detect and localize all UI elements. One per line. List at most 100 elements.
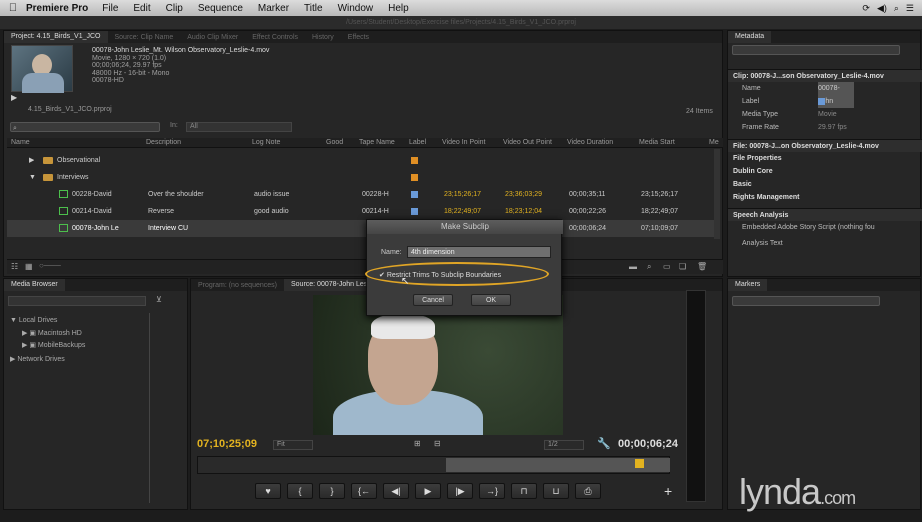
col-log-note[interactable]: Log Note [252,138,280,148]
go-to-out-button[interactable]: →} [479,483,505,499]
icon-view-icon[interactable]: ▦ [25,262,33,271]
find-icon[interactable]: ⌕ [647,262,651,272]
menu-sequence[interactable]: Sequence [198,3,243,14]
playhead-marker[interactable] [635,459,644,468]
trash-icon[interactable]: 🗑 [697,262,707,271]
table-row[interactable]: ▶ Observational [7,152,716,169]
menu-file[interactable]: File [102,3,118,14]
new-bin-icon[interactable]: ▬ [629,262,637,271]
col-name[interactable]: Name [11,138,30,148]
label-swatch[interactable] [818,98,825,105]
cancel-button[interactable]: Cancel [413,294,453,306]
step-forward-button[interactable]: |▶ [447,483,473,499]
col-more[interactable]: Me [709,138,719,148]
tab-effects[interactable]: Effects [341,34,376,41]
project-search-input[interactable]: ⌕ [10,122,160,132]
insert-button[interactable]: ⊓ [511,483,537,499]
col-video-in[interactable]: Video In Point [442,138,485,148]
menu-clip[interactable]: Clip [166,3,183,14]
play-thumbnail-icon[interactable]: ▶ [11,93,17,102]
wrench-icon[interactable]: 🔧 [597,437,611,450]
network-drives-item[interactable]: ▶ Network Drives [10,355,65,363]
bin-icon[interactable]: ▭ [663,262,671,271]
new-item-icon[interactable]: ❏ [679,262,686,271]
speech-analysis-header[interactable]: Speech Analysis [728,208,922,221]
drive-mobilebackups[interactable]: ▶ ▣ MobileBackups [22,341,85,349]
row-video-out[interactable]: 18;23;12;04 [505,203,542,220]
row-video-out[interactable]: 23;36;03;29 [505,186,542,203]
volume-icon[interactable]: ◀) [877,3,887,14]
label-swatch[interactable] [411,208,418,215]
tab-program[interactable]: Program: (no sequences) [191,282,284,289]
section-file-properties[interactable]: File Properties [728,152,922,165]
menu-marker[interactable]: Marker [258,3,289,14]
tab-history[interactable]: History [305,34,341,41]
menu-edit[interactable]: Edit [133,3,150,14]
add-button[interactable]: + [664,483,672,499]
table-row[interactable]: 00228-David Over the shoulder audio issu… [7,186,716,203]
timecode-playhead[interactable]: 07;10;25;09 [197,438,257,450]
section-rights[interactable]: Rights Management [728,191,922,204]
col-label[interactable]: Label [409,138,426,148]
col-media-start[interactable]: Media Start [639,138,675,148]
export-frame-button[interactable]: ⎙ [575,483,601,499]
subclip-name-input[interactable]: 4th dimension [407,246,551,258]
mark-in-button[interactable]: { [287,483,313,499]
project-scrollbar[interactable] [714,149,720,239]
go-to-in-button[interactable]: {← [351,483,377,499]
tab-metadata[interactable]: Metadata [728,31,772,43]
menu-title[interactable]: Title [304,3,323,14]
app-menu[interactable]: Premiere Pro [26,3,88,14]
apple-icon[interactable]:  [0,2,26,14]
media-path-select[interactable] [8,296,146,306]
fit-select[interactable]: Fit [273,440,313,450]
row-video-in[interactable]: 23;15;26;17 [444,186,481,203]
tab-effect-controls[interactable]: Effect Controls [245,34,305,41]
time-ruler[interactable] [197,456,670,474]
table-row[interactable]: 00214-David Reverse good audio 00214-H 1… [7,203,716,220]
tab-media-browser[interactable]: Media Browser [4,279,65,291]
play-button[interactable]: ▶ [415,483,441,499]
file-metadata-header[interactable]: File: 00078-J...on Observatory_Leslie-4.… [728,139,922,152]
mark-out-button[interactable]: } [319,483,345,499]
search-icon[interactable]: ⌕ [894,3,899,14]
filter-icon[interactable]: ⊻ [156,295,162,304]
menu-window[interactable]: Window [338,3,374,14]
section-basic[interactable]: Basic [728,178,922,191]
speech-script[interactable]: Embedded Adobe Story Script (nothing fou [728,221,922,234]
col-good[interactable]: Good [326,138,343,148]
disclosure-icon[interactable]: ▶ [29,152,34,169]
list-icon[interactable]: ☰ [906,3,914,14]
local-drives-item[interactable]: ▼ Local Drives [10,317,57,324]
list-view-icon[interactable]: ☷ [11,262,18,271]
step-back-button[interactable]: ◀| [383,483,409,499]
sync-icon[interactable]: ⟳ [862,3,870,14]
drive-macintosh-hd[interactable]: ▶ ▣ Macintosh HD [22,329,82,337]
markers-search-input[interactable] [732,296,880,306]
good-checkbox[interactable] [328,152,335,159]
tab-project[interactable]: Project: 4.15_Birds_V1_JCO [4,31,108,43]
metadata-search-input[interactable] [732,45,900,55]
disclosure-icon[interactable]: ▼ [29,169,36,186]
zoom-slider[interactable]: ○─── [39,261,61,270]
add-marker-button[interactable]: ♥ [255,483,281,499]
clip-metadata-header[interactable]: Clip: 00078-J...son Observatory_Leslie-4… [728,69,922,82]
label-swatch[interactable] [411,174,418,181]
table-row[interactable]: 00078-John Le Interview CU 00;00;06;24 0… [7,220,716,237]
menu-help[interactable]: Help [388,3,409,14]
ok-button[interactable]: OK [471,294,511,306]
label-swatch[interactable] [411,191,418,198]
col-tape-name[interactable]: Tape Name [359,138,395,148]
settings-icon[interactable]: ⊟ [434,439,441,448]
in-select[interactable]: All [186,122,292,132]
row-video-in[interactable]: 18;22;49;07 [444,203,481,220]
label-swatch[interactable] [411,157,418,164]
overwrite-button[interactable]: ⊔ [543,483,569,499]
tab-markers[interactable]: Markers [728,279,768,291]
tab-source[interactable]: Source: Clip Name [108,34,181,41]
col-video-duration[interactable]: Video Duration [567,138,613,148]
tab-audio-mixer[interactable]: Audio Clip Mixer [180,34,245,41]
col-video-out[interactable]: Video Out Point [503,138,552,148]
section-dublin-core[interactable]: Dublin Core [728,165,922,178]
col-description[interactable]: Description [146,138,181,148]
